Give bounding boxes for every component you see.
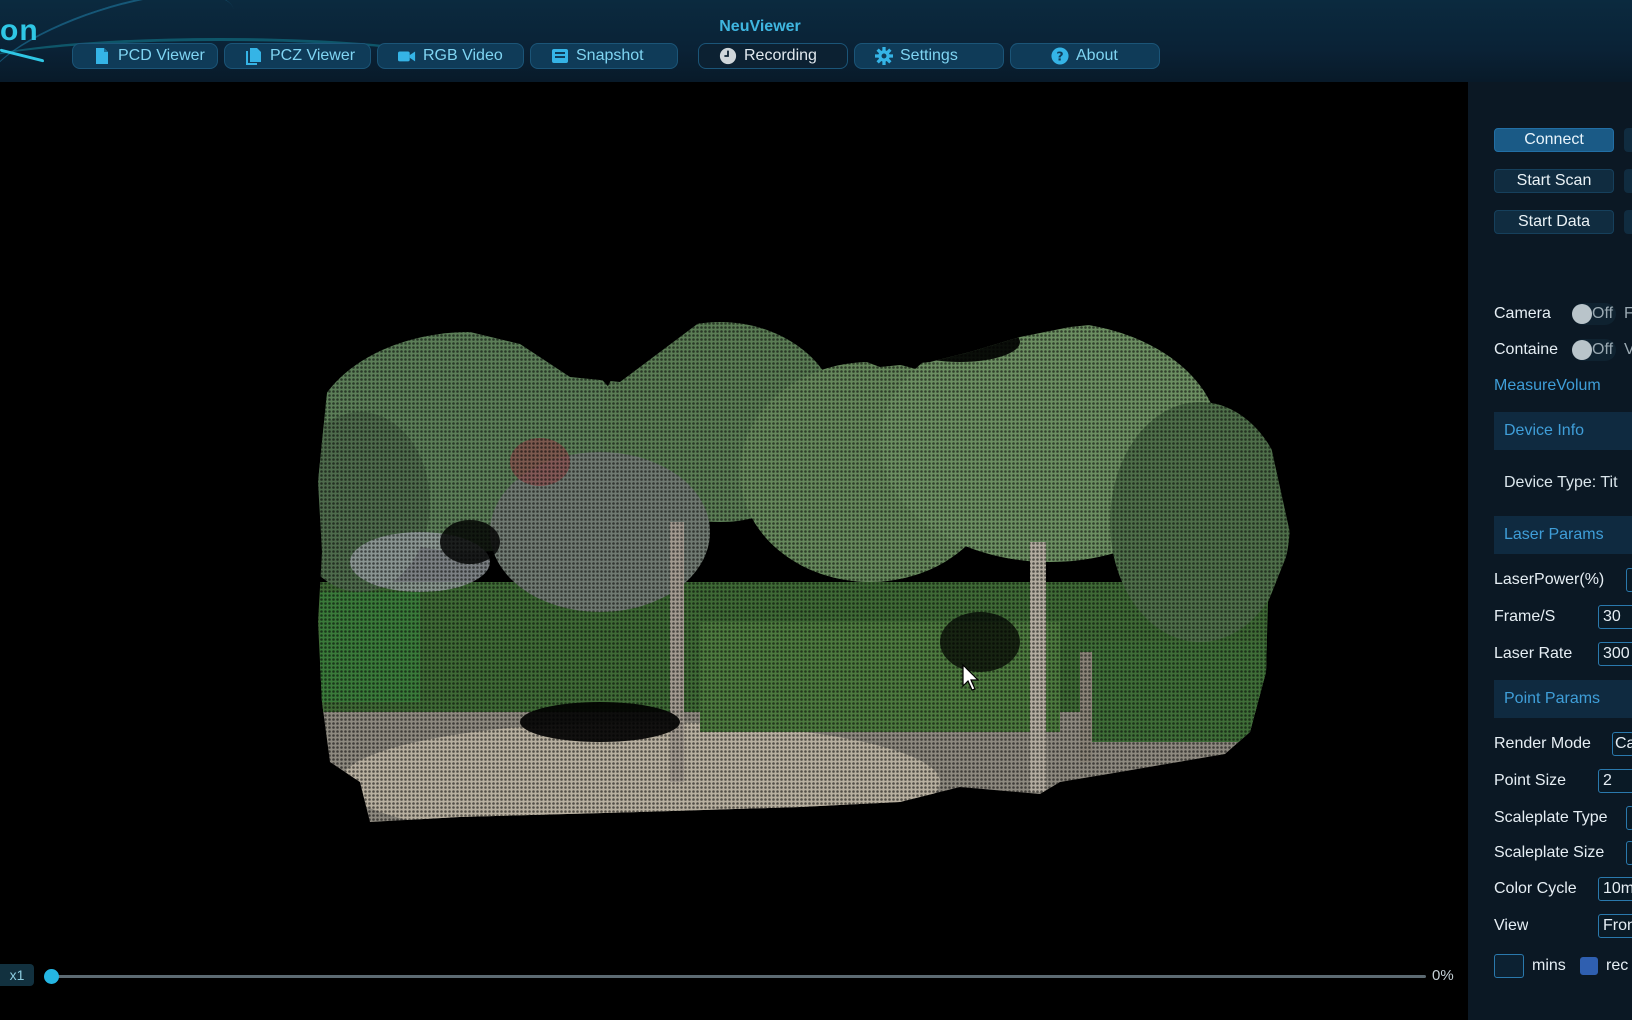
- start-scan-button[interactable]: Start Scan: [1494, 169, 1614, 193]
- tab-label: About: [1076, 47, 1118, 64]
- tab-label: Snapshot: [576, 47, 644, 64]
- color-cycle-select[interactable]: 10m: [1598, 877, 1632, 901]
- svg-text:?: ?: [1056, 49, 1063, 64]
- tab-label: RGB Video: [423, 47, 503, 64]
- secondary-button-partial[interactable]: [1624, 169, 1632, 193]
- files-icon: [245, 47, 263, 65]
- point-cloud-viewer[interactable]: x1 0%: [0, 82, 1468, 1020]
- control-panel: Connect Start Scan Start Data Camera Off…: [1468, 82, 1632, 1020]
- point-cloud-render: [318, 312, 1292, 822]
- secondary-button-partial[interactable]: [1624, 128, 1632, 152]
- mins-input[interactable]: [1494, 954, 1524, 978]
- measure-volume-link[interactable]: MeasureVolum: [1494, 377, 1614, 395]
- tab-label: Settings: [900, 47, 958, 64]
- app-title: NeuViewer: [719, 18, 801, 35]
- tab-pcd-viewer[interactable]: PCD Viewer: [72, 43, 218, 69]
- view-select[interactable]: Fron: [1598, 914, 1632, 938]
- laser-rate-label: Laser Rate: [1494, 645, 1573, 662]
- scaleplate-size-label: Scaleplate Size: [1494, 844, 1605, 861]
- render-mode-select[interactable]: Ca: [1612, 732, 1632, 756]
- scaleplate-type-label: Scaleplate Type: [1494, 809, 1608, 826]
- toggle-state: Off: [1592, 305, 1614, 322]
- toggle-state: Off: [1592, 341, 1614, 358]
- playback-speed-button[interactable]: x1: [0, 964, 34, 986]
- rec-label: rec: [1606, 957, 1629, 974]
- frame-rate-input[interactable]: 30: [1598, 605, 1632, 629]
- tab-label: PCZ Viewer: [270, 47, 356, 64]
- rec-checkbox[interactable]: [1580, 957, 1598, 975]
- tab-pcz-viewer[interactable]: PCZ Viewer: [224, 43, 371, 69]
- playback-timeline[interactable]: [44, 969, 1426, 984]
- render-mode-label: Render Mode: [1494, 735, 1591, 752]
- gear-icon: [875, 47, 893, 65]
- tab-about[interactable]: ? About: [1010, 43, 1160, 69]
- camera-tail-label: F: [1624, 305, 1632, 322]
- scaleplate-size-select[interactable]: [1626, 841, 1632, 865]
- device-type-text: Device Type: Tit: [1504, 474, 1618, 491]
- start-data-button[interactable]: Start Data: [1494, 210, 1614, 234]
- point-size-input[interactable]: 2: [1598, 769, 1632, 793]
- laser-params-section[interactable]: Laser Params: [1494, 516, 1632, 554]
- clock-icon: [719, 47, 737, 65]
- connect-button[interactable]: Connect: [1494, 128, 1614, 152]
- snapshot-icon: [551, 47, 569, 65]
- tab-snapshot[interactable]: Snapshot: [530, 43, 678, 69]
- tab-label: PCD Viewer: [118, 47, 205, 64]
- frame-rate-label: Frame/S: [1494, 608, 1556, 625]
- toggle-knob: [1572, 340, 1592, 360]
- playback-progress-text: 0%: [1432, 967, 1454, 984]
- video-camera-icon: [398, 47, 416, 65]
- container-tail-label: V: [1624, 341, 1632, 358]
- scene-content: [318, 312, 1292, 822]
- point-params-section[interactable]: Point Params: [1494, 680, 1632, 718]
- file-icon: [93, 47, 111, 65]
- laser-power-input[interactable]: [1626, 568, 1632, 592]
- laser-power-label: LaserPower(%): [1494, 571, 1605, 588]
- tab-label: Recording: [744, 47, 817, 64]
- toggle-knob: [1572, 304, 1592, 324]
- camera-toggle[interactable]: Off: [1572, 303, 1616, 325]
- mins-label: mins: [1532, 957, 1566, 974]
- mouse-pointer-icon: [962, 663, 982, 697]
- tab-settings[interactable]: Settings: [854, 43, 1004, 69]
- timeline-scrubber-handle[interactable]: [44, 969, 59, 984]
- container-label: Containe: [1494, 341, 1559, 358]
- laser-rate-input[interactable]: 300: [1598, 642, 1632, 666]
- title-bar: on NeuViewer PCD Viewer PCZ Viewer RGB V…: [0, 0, 1632, 82]
- color-cycle-label: Color Cycle: [1494, 880, 1577, 897]
- device-info-section[interactable]: Device Info: [1494, 412, 1632, 450]
- view-label: View: [1494, 917, 1529, 934]
- container-toggle[interactable]: Off: [1572, 339, 1616, 361]
- logo: on: [0, 14, 39, 47]
- point-size-label: Point Size: [1494, 772, 1567, 789]
- help-circle-icon: ?: [1051, 47, 1069, 65]
- scaleplate-type-select[interactable]: [1626, 806, 1632, 830]
- camera-label: Camera: [1494, 305, 1551, 322]
- secondary-button-partial[interactable]: [1624, 210, 1632, 234]
- tab-recording[interactable]: Recording: [698, 43, 848, 69]
- tab-rgb-video[interactable]: RGB Video: [377, 43, 524, 69]
